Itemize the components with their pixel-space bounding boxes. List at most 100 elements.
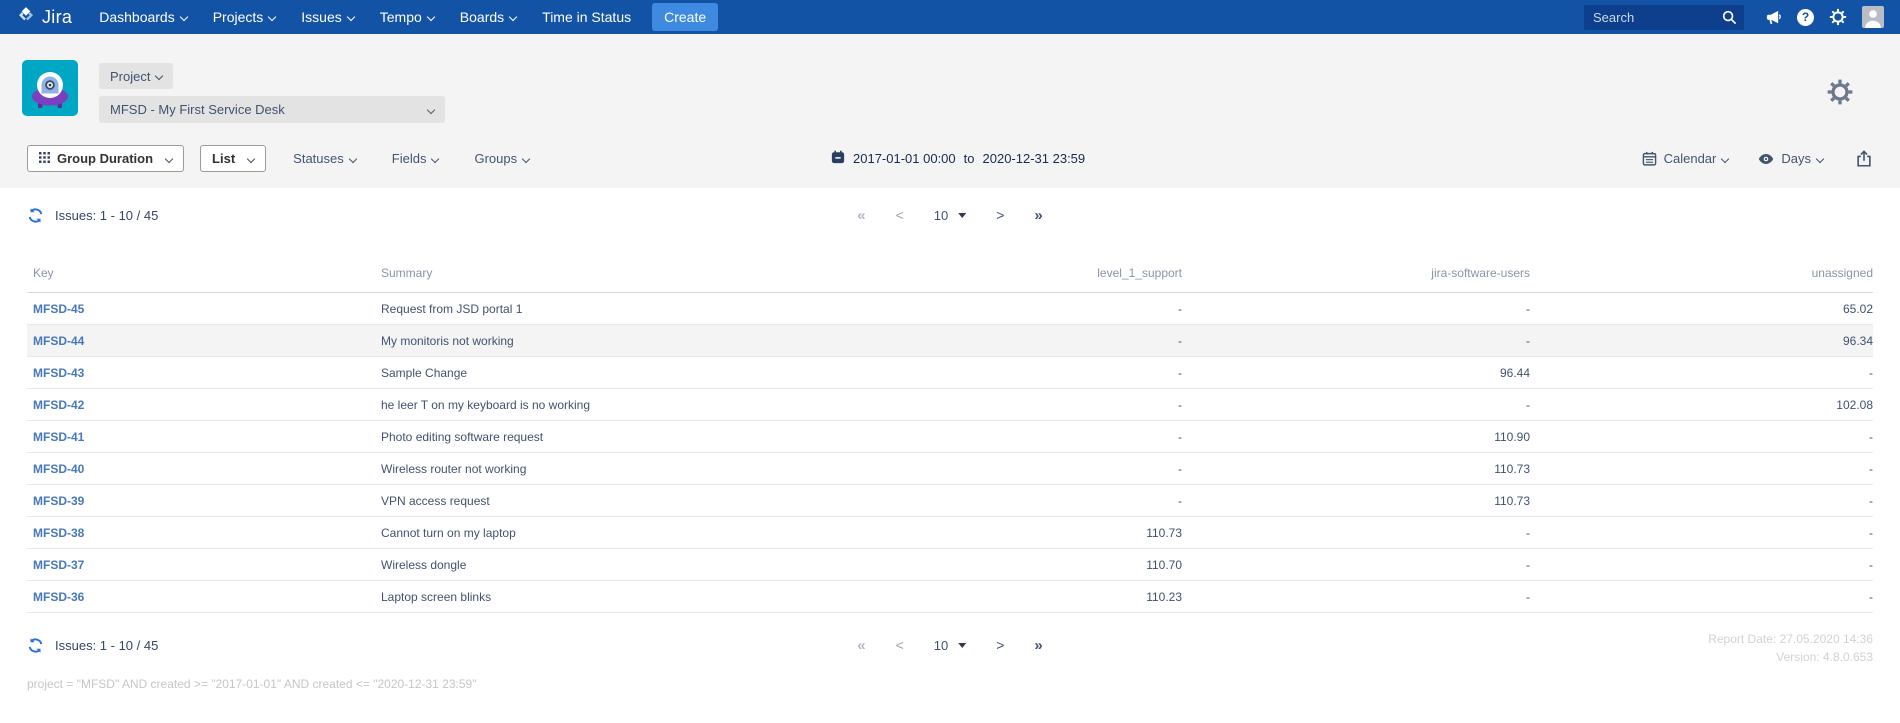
- unassigned-value-cell: 96.34: [1530, 325, 1873, 357]
- search-icon[interactable]: [1722, 10, 1737, 30]
- group-duration-button[interactable]: Group Duration: [27, 145, 184, 172]
- issue-key-link[interactable]: MFSD-38: [33, 526, 84, 540]
- announcements-icon[interactable]: [1765, 9, 1782, 26]
- unassigned-value-cell: -: [1530, 485, 1873, 517]
- project-avatar[interactable]: [22, 60, 78, 121]
- issue-key-link[interactable]: MFSD-39: [33, 494, 84, 508]
- date-to[interactable]: 2020-12-31 23:59: [983, 151, 1086, 166]
- refresh-icon[interactable]: [27, 637, 44, 654]
- settings-gear-icon[interactable]: [1829, 8, 1847, 26]
- issues-count-label: Issues: 1 - 10 / 45: [55, 638, 158, 653]
- jira-logo[interactable]: Jira: [16, 5, 72, 30]
- chevron-down-icon: [427, 13, 435, 21]
- fields-dropdown[interactable]: Fields: [392, 151, 439, 166]
- chevron-down-icon: [247, 154, 255, 162]
- chevron-down-icon: [165, 154, 173, 162]
- issue-key-link[interactable]: MFSD-44: [33, 334, 84, 348]
- issues-count-label: Issues: 1 - 10 / 45: [55, 208, 158, 223]
- report-date: Report Date: 27.05.2020 14:36: [1708, 630, 1873, 648]
- report-toolbar: Group Duration List Statuses Fields Grou…: [0, 145, 1900, 172]
- pagination-bottom: « < 10 > »: [857, 637, 1043, 654]
- chevron-down-icon: [347, 13, 355, 21]
- pagination-prev-button[interactable]: <: [896, 637, 904, 653]
- column-header-summary: Summary: [375, 242, 975, 293]
- pagination-last-button[interactable]: »: [1034, 207, 1042, 224]
- issues-bar-top: Issues: 1 - 10 / 45 « < 10 > »: [0, 188, 1900, 242]
- page-size-select[interactable]: 10: [934, 638, 966, 653]
- issue-key-link[interactable]: MFSD-45: [33, 302, 84, 316]
- grid-icon: [39, 151, 50, 166]
- date-from[interactable]: 2017-01-01 00:00: [853, 151, 956, 166]
- issue-key-link[interactable]: MFSD-42: [33, 398, 84, 412]
- table-row: MFSD-36 Laptop screen blinks 110.23 - -: [27, 581, 1873, 613]
- view-mode-list-button[interactable]: List: [200, 145, 266, 172]
- page-size-select[interactable]: 10: [934, 208, 966, 223]
- issue-summary-cell: Photo editing software request: [375, 421, 975, 453]
- export-icon[interactable]: [1855, 150, 1873, 168]
- issue-summary-cell: Request from JSD portal 1: [375, 293, 975, 325]
- issue-key-link[interactable]: MFSD-41: [33, 430, 84, 444]
- issue-summary-cell: Wireless dongle: [375, 549, 975, 581]
- chevron-down-icon: [179, 13, 187, 21]
- issue-key-link[interactable]: MFSD-37: [33, 558, 84, 572]
- calendar-type-dropdown[interactable]: Calendar: [1642, 151, 1729, 166]
- column-header-level-1-support: level_1_support: [975, 242, 1182, 293]
- nav-item-projects[interactable]: Projects: [200, 0, 289, 34]
- eye-icon: [1758, 153, 1774, 165]
- level-1-support-value-cell: -: [975, 485, 1182, 517]
- pagination-prev-button[interactable]: <: [896, 207, 904, 223]
- nav-item-boards[interactable]: Boards: [447, 0, 529, 34]
- table-row: MFSD-40 Wireless router not working - 11…: [27, 453, 1873, 485]
- issue-key-cell: MFSD-45: [27, 293, 375, 325]
- refresh-icon[interactable]: [27, 207, 44, 224]
- jira-logo-text: Jira: [42, 7, 72, 28]
- level-1-support-value-cell: -: [975, 453, 1182, 485]
- pagination-next-button[interactable]: >: [996, 207, 1004, 223]
- statuses-dropdown[interactable]: Statuses: [293, 151, 356, 166]
- pagination-first-button[interactable]: «: [857, 637, 865, 654]
- unassigned-value-cell: -: [1530, 421, 1873, 453]
- jira-software-users-value-cell: -: [1182, 325, 1530, 357]
- level-1-support-value-cell: -: [975, 421, 1182, 453]
- column-header-unassigned: unassigned: [1530, 242, 1873, 293]
- unassigned-value-cell: -: [1530, 517, 1873, 549]
- jira-software-users-value-cell: 96.44: [1182, 357, 1530, 389]
- chevron-down-icon: [1816, 154, 1824, 162]
- create-button[interactable]: Create: [652, 3, 718, 31]
- unassigned-value-cell: -: [1530, 581, 1873, 613]
- nav-item-time-in-status[interactable]: Time in Status: [529, 0, 644, 34]
- level-1-support-value-cell: 110.73: [975, 517, 1182, 549]
- pagination-next-button[interactable]: >: [996, 637, 1004, 653]
- issue-key-link[interactable]: MFSD-36: [33, 590, 84, 604]
- time-unit-dropdown[interactable]: Days: [1758, 151, 1823, 166]
- jira-software-users-value-cell: 110.73: [1182, 485, 1530, 517]
- project-select[interactable]: MFSD - My First Service Desk: [99, 96, 445, 123]
- pagination-first-button[interactable]: «: [857, 207, 865, 224]
- table-row: MFSD-41 Photo editing software request -…: [27, 421, 1873, 453]
- project-scope-button[interactable]: Project: [99, 63, 173, 89]
- chevron-down-icon: [1721, 154, 1729, 162]
- search-input[interactable]: [1584, 5, 1744, 30]
- user-avatar[interactable]: [1862, 6, 1884, 28]
- jira-software-users-value-cell: -: [1182, 293, 1530, 325]
- table-row: MFSD-38 Cannot turn on my laptop 110.73 …: [27, 517, 1873, 549]
- groups-dropdown[interactable]: Groups: [474, 151, 529, 166]
- date-range-picker[interactable]: 2017-01-01 00:00 to 2020-12-31 23:59: [831, 145, 1085, 172]
- nav-item-tempo[interactable]: Tempo: [367, 0, 447, 34]
- table-row: MFSD-42 he leer T on my keyboard is no w…: [27, 389, 1873, 421]
- issue-summary-cell: My monitoris not working: [375, 325, 975, 357]
- table-row: MFSD-39 VPN access request - 110.73 -: [27, 485, 1873, 517]
- table-row: MFSD-45 Request from JSD portal 1 - - 65…: [27, 293, 1873, 325]
- nav-item-issues[interactable]: Issues: [288, 0, 366, 34]
- issue-key-cell: MFSD-44: [27, 325, 375, 357]
- column-header-key: Key: [27, 242, 375, 293]
- nav-item-dashboards[interactable]: Dashboards: [86, 0, 200, 34]
- issue-key-cell: MFSD-41: [27, 421, 375, 453]
- issue-key-link[interactable]: MFSD-40: [33, 462, 84, 476]
- issue-summary-cell: VPN access request: [375, 485, 975, 517]
- issue-key-link[interactable]: MFSD-43: [33, 366, 84, 380]
- pagination-last-button[interactable]: »: [1034, 637, 1042, 654]
- table-body: MFSD-45 Request from JSD portal 1 - - 65…: [27, 293, 1873, 613]
- help-icon[interactable]: ?: [1797, 9, 1814, 26]
- report-settings-gear-icon[interactable]: [1826, 78, 1854, 111]
